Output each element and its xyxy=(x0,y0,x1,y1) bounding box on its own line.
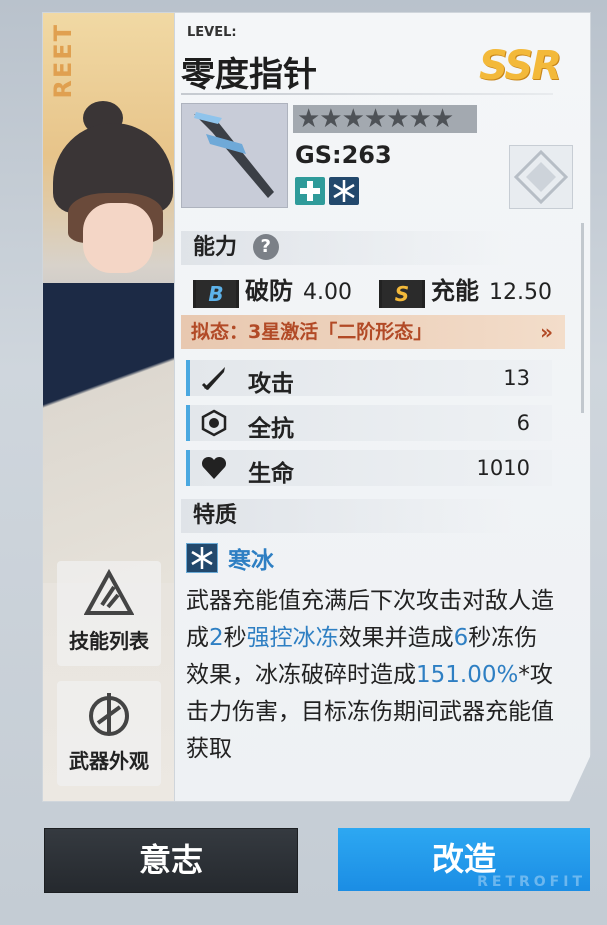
charge-label: 充能 xyxy=(431,277,479,305)
element-medic-icon xyxy=(295,177,325,205)
desc-highlight: 强控冰冻 xyxy=(246,625,339,651)
name-divider xyxy=(181,93,553,95)
charge-value: 12.50 xyxy=(489,280,552,305)
stat-row-health: 生命 1010 xyxy=(186,450,552,487)
ability-title: 能力 xyxy=(193,235,238,260)
desc-text: 效果并造成 xyxy=(338,625,454,651)
stat-value: 13 xyxy=(503,366,530,390)
star-rating: ★★★★★★★ xyxy=(293,105,477,133)
weapon-detail-panel: REET 技能列表 武器外观 LEVEL: 零度指针 SSR ★★★★★★★ G… xyxy=(42,12,591,802)
stat-value: 6 xyxy=(516,411,530,435)
double-chevron-right-icon: » xyxy=(540,320,553,344)
rarity-badge: SSR xyxy=(479,43,562,89)
charge-stat: S 充能 12.50 xyxy=(379,271,552,308)
stat-value: 1010 xyxy=(476,456,530,480)
desc-highlight: 151.00% xyxy=(416,662,519,688)
mimic-activation-row[interactable]: 拟态：3星激活「二阶形态」 » xyxy=(181,315,565,349)
character-portrait: REET 技能列表 武器外观 xyxy=(43,13,175,801)
retrofit-label: 改造 xyxy=(431,840,496,878)
will-button[interactable]: 意志 xyxy=(44,828,298,893)
trait-title: 特质 xyxy=(193,503,238,528)
weapon-image xyxy=(181,103,288,208)
stat-label: 生命 xyxy=(248,461,294,487)
breaking-badge-icon: B xyxy=(193,280,239,308)
desc-text: 秒 xyxy=(223,625,247,651)
level-label: LEVEL: xyxy=(187,25,237,40)
frost-icon xyxy=(186,543,218,573)
stat-label: 全抗 xyxy=(248,416,294,442)
stat-row-resistance: 全抗 6 xyxy=(186,405,552,442)
skill-list-button[interactable]: 技能列表 xyxy=(57,561,161,666)
ability-section-header: 能力 ? xyxy=(181,231,513,265)
breaking-value: 4.00 xyxy=(303,280,352,305)
weapon-appearance-button[interactable]: 武器外观 xyxy=(57,681,161,786)
skill-list-label: 技能列表 xyxy=(69,629,149,653)
stat-label: 攻击 xyxy=(248,371,294,397)
charge-badge-icon: S xyxy=(379,280,425,308)
sword-icon xyxy=(201,367,225,391)
element-frost-icon xyxy=(329,177,359,205)
character-face xyxy=(83,203,153,273)
retrofit-button[interactable]: 改造 RETROFIT xyxy=(338,828,590,891)
weapon-appearance-icon xyxy=(89,693,129,736)
scrollbar[interactable] xyxy=(581,223,584,413)
weapon-class-emblem-icon xyxy=(509,145,573,209)
breaking-stat: B 破防 4.00 xyxy=(193,271,352,308)
trait-name: 寒冰 xyxy=(228,548,274,574)
skill-triangle-icon xyxy=(84,569,134,615)
portrait-vertical-text: REET xyxy=(49,23,77,99)
shield-ring-icon xyxy=(201,409,227,437)
heart-icon xyxy=(201,456,227,479)
trait-description: 武器充能值充满后下次攻击对敌人造成2秒强控冰冻效果并造成6秒冻伤效果，冰冻破碎时… xyxy=(186,583,560,768)
help-icon[interactable]: ? xyxy=(252,234,279,260)
weapon-silhouette-icon xyxy=(194,112,274,198)
character-coat xyxy=(43,283,174,583)
breaking-label: 破防 xyxy=(245,277,293,305)
retrofit-watermark: RETROFIT xyxy=(477,874,586,890)
weapon-appearance-label: 武器外观 xyxy=(69,749,149,773)
weapon-name: 零度指针 xyxy=(181,55,317,95)
stat-row-attack: 攻击 13 xyxy=(186,360,552,397)
desc-highlight: 2 xyxy=(209,625,224,651)
trait-section-header: 特质 xyxy=(181,499,513,533)
gear-score: GS:263 xyxy=(295,141,392,169)
desc-highlight: 6 xyxy=(453,625,469,651)
mimic-text: 拟态：3星激活「二阶形态」 xyxy=(191,321,433,343)
